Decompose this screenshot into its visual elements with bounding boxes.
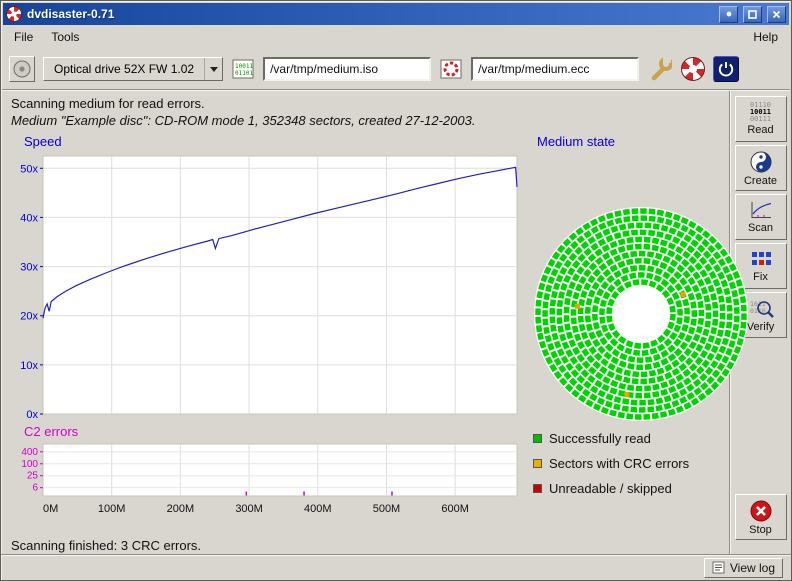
title-bar: dvdisaster-0.71 — [3, 3, 789, 25]
stop-label: Stop — [749, 524, 772, 536]
view-log-icon — [712, 561, 725, 574]
quit-button[interactable] — [713, 56, 739, 82]
legend-good-label: Successfully read — [549, 431, 651, 446]
status-line-2: Medium "Example disc": CD-ROM mode 1, 35… — [11, 113, 729, 128]
svg-text:400M: 400M — [304, 503, 332, 515]
svg-text:0x: 0x — [26, 409, 38, 421]
maximize-button[interactable] — [743, 6, 762, 23]
drive-load-button[interactable] — [9, 56, 35, 82]
create-icon — [749, 150, 773, 174]
status-line-1: Scanning medium for read errors. — [11, 96, 729, 111]
legend-crc-label: Sectors with CRC errors — [549, 456, 689, 471]
drive-select[interactable]: Optical drive 52X FW 1.02 — [43, 57, 223, 81]
svg-text:20x: 20x — [20, 311, 38, 323]
create-button[interactable]: Create — [735, 145, 787, 191]
maximize-icon — [748, 10, 757, 19]
stop-icon — [749, 499, 773, 523]
medium-state-title: Medium state — [537, 134, 615, 149]
menu-tools[interactable]: Tools — [42, 27, 88, 47]
svg-text:10011: 10011 — [235, 63, 253, 70]
window-title: dvdisaster-0.71 — [27, 7, 714, 21]
speed-chart-title: Speed — [24, 134, 62, 149]
drive-select-value: Optical drive 52X FW 1.02 — [44, 62, 204, 76]
chevron-down-icon — [210, 67, 218, 72]
svg-text:200M: 200M — [167, 503, 195, 515]
svg-text:01101: 01101 — [235, 70, 253, 77]
close-icon — [772, 10, 781, 19]
drive-icon — [12, 59, 32, 79]
c2-errors-chart-title: C2 errors — [24, 424, 78, 439]
legend: Successfully read Sectors with CRC error… — [533, 426, 689, 501]
image-file-icon: 10011 01101 — [231, 57, 255, 81]
legend-crc-color-swatch — [533, 459, 542, 468]
charts-region: Speed 0x10x20x30x40x50x C2 errors 0M100M… — [1, 134, 729, 532]
image-file-input[interactable] — [263, 57, 431, 81]
toolbar: Optical drive 52X FW 1.02 10011 01101 — [1, 49, 791, 89]
preferences-button[interactable] — [647, 56, 673, 82]
legend-unreadable-color-swatch — [533, 484, 542, 493]
legend-item-crc: Sectors with CRC errors — [533, 451, 689, 476]
close-button[interactable] — [767, 6, 786, 23]
app-icon — [6, 6, 22, 22]
svg-text:0M: 0M — [43, 503, 58, 515]
legend-item-unreadable: Unreadable / skipped — [533, 476, 689, 501]
svg-text:400: 400 — [21, 447, 38, 458]
view-log-button[interactable]: View log — [704, 558, 783, 578]
menu-file[interactable]: File — [5, 27, 42, 47]
footer-bar: View log — [1, 554, 791, 580]
svg-text:600M: 600M — [441, 503, 469, 515]
wrench-icon — [648, 56, 672, 82]
create-label: Create — [744, 175, 777, 187]
content-area: Scanning medium for read errors. Medium … — [1, 91, 729, 554]
svg-text:100: 100 — [21, 459, 38, 470]
scan-result-status: Scanning finished: 3 CRC errors. — [11, 538, 729, 553]
menu-bar: File Tools Help — [1, 25, 791, 49]
ecc-file-input[interactable] — [471, 57, 639, 81]
svg-text:50x: 50x — [20, 163, 38, 175]
minimize-button[interactable] — [719, 6, 738, 23]
combo-arrow — [204, 58, 222, 80]
legend-good-color-swatch — [533, 434, 542, 443]
about-dvdisaster-button[interactable] — [681, 57, 705, 81]
menu-help[interactable]: Help — [744, 27, 787, 47]
svg-text:30x: 30x — [20, 262, 38, 274]
svg-text:6: 6 — [32, 483, 38, 494]
svg-text:40x: 40x — [20, 212, 38, 224]
legend-item-good: Successfully read — [533, 426, 689, 451]
main-area: Scanning medium for read errors. Medium … — [1, 91, 791, 554]
read-icon: 01110 10011 00111 — [750, 102, 771, 123]
svg-text:10x: 10x — [20, 360, 38, 372]
svg-text:100M: 100M — [98, 503, 126, 515]
read-icon-line3: 00111 — [750, 116, 771, 123]
svg-text:25: 25 — [27, 471, 39, 482]
speed-chart: 0x 10x 20x 30x 40x 50x — [3, 150, 523, 422]
medium-state-disc-map — [525, 198, 757, 430]
power-icon — [717, 60, 735, 78]
c2-errors-chart: 0M 100M 200M 300M 400M 500M 600M 400100256 — [3, 440, 523, 524]
read-button[interactable]: 01110 10011 00111 Read — [735, 96, 787, 142]
read-label: Read — [747, 124, 773, 136]
legend-unreadable-label: Unreadable / skipped — [549, 481, 672, 496]
minimize-icon — [725, 10, 733, 18]
svg-text:300M: 300M — [235, 503, 263, 515]
view-log-label: View log — [730, 561, 775, 575]
ecc-file-icon — [439, 57, 463, 81]
stop-button[interactable]: Stop — [735, 494, 787, 540]
app-window: dvdisaster-0.71 File Tools Help Optical … — [0, 0, 792, 581]
svg-text:500M: 500M — [373, 503, 401, 515]
